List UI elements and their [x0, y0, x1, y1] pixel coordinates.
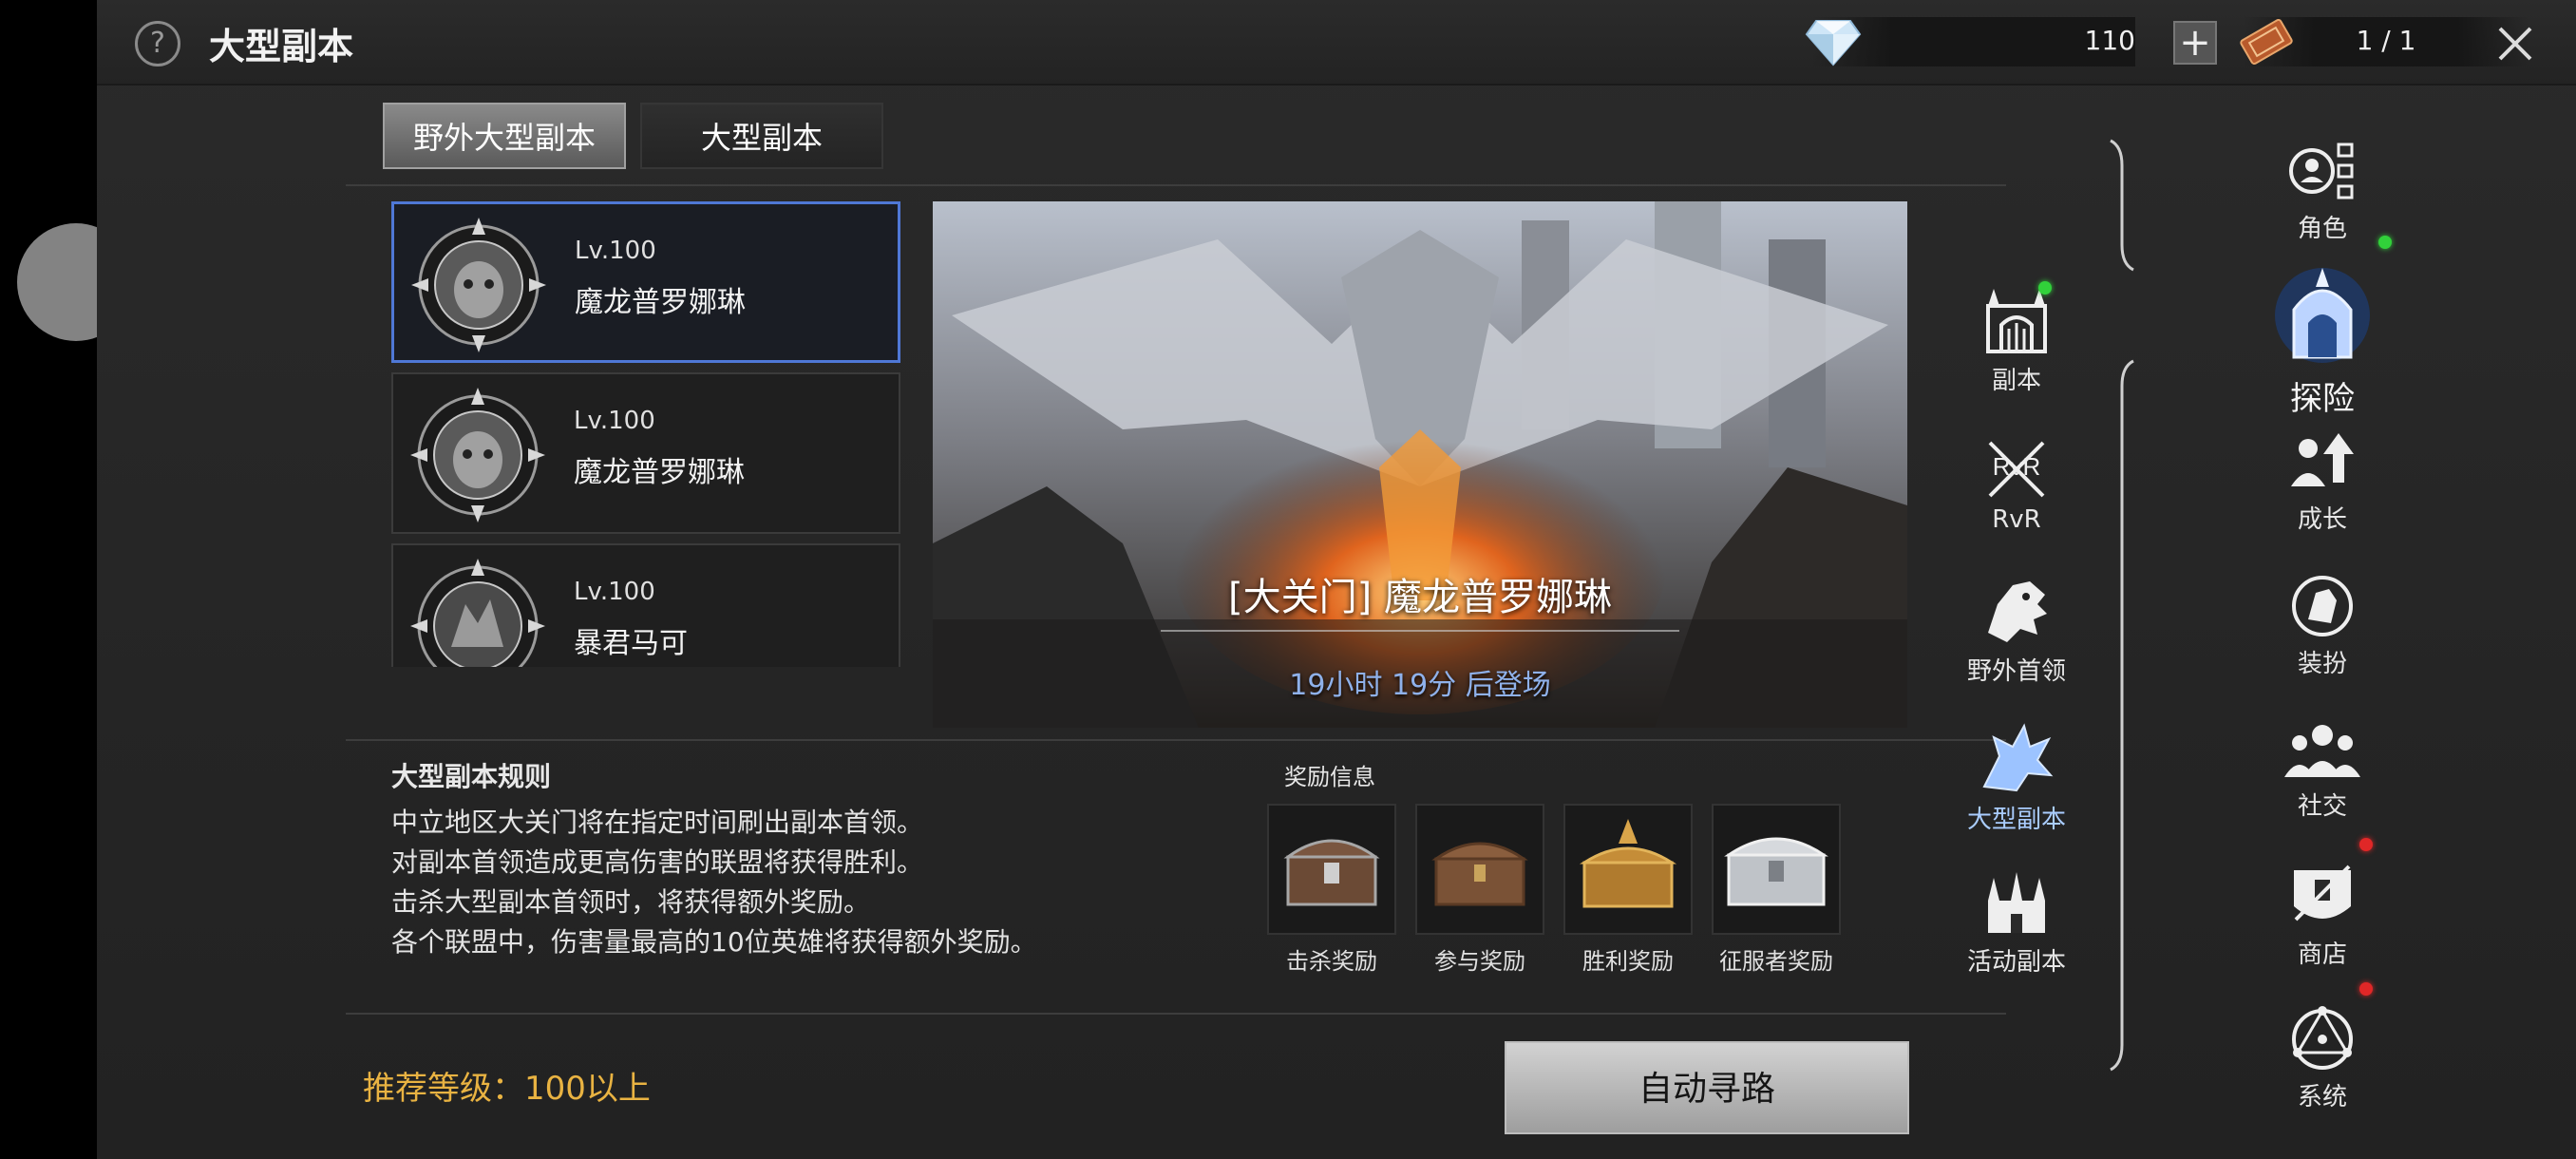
- participation-reward-chest-icon: [1431, 842, 1528, 906]
- nav-raid[interactable]: 大型副本: [1945, 718, 2088, 835]
- nav-label: RvR: [1992, 505, 2041, 534]
- close-icon[interactable]: [2494, 23, 2536, 65]
- reward-info-title: 奖励信息: [1284, 764, 1375, 790]
- nav-social[interactable]: 社交: [2251, 720, 2394, 822]
- shop-icon: [2294, 864, 2351, 922]
- reward-label: 胜利奖励: [1582, 948, 1674, 975]
- nav-shop[interactable]: 商店: [2251, 838, 2394, 970]
- boss-item[interactable]: Lv.100 暴君马可: [391, 543, 900, 667]
- divider: [346, 1013, 2006, 1015]
- boss-name: 魔龙普罗娜琳: [575, 286, 746, 319]
- reward-participation[interactable]: 参与奖励: [1415, 804, 1544, 976]
- gem-count: 110: [2084, 25, 2135, 56]
- dragon-artwork: [933, 201, 1907, 728]
- rule-line: 击杀大型副本首领时，将获得额外奖励。: [391, 886, 871, 918]
- divider: [346, 184, 2006, 186]
- nav-group-bracket: [2110, 139, 2134, 272]
- nav-label: 活动副本: [1966, 948, 2066, 977]
- nav-character[interactable]: 角色: [2251, 139, 2394, 244]
- boss-emblem-icon: [410, 388, 545, 522]
- reward-label: 击杀奖励: [1286, 948, 1377, 975]
- nav-label: 社交: [2297, 792, 2347, 821]
- reward-kill[interactable]: 击杀奖励: [1267, 804, 1396, 976]
- help-icon[interactable]: ?: [135, 21, 180, 66]
- app-window: ? 大型副本 110 + 1 / 1 野外大型副本 大型副本 Lv.100 魔龙…: [97, 0, 2576, 1159]
- tab-raid[interactable]: 大型副本: [640, 103, 883, 169]
- nav-dungeon[interactable]: 副本: [1945, 281, 2088, 396]
- nav-label: 野外首领: [1966, 657, 2066, 686]
- rvr-swords-icon: RvR: [1988, 441, 2045, 498]
- rules-title: 大型副本规则: [391, 761, 552, 792]
- nav-label: 装扮: [2297, 650, 2347, 678]
- victory-reward-chest-icon: [1579, 819, 1677, 908]
- divider: [346, 739, 2006, 741]
- nav-label: 商店: [2297, 940, 2347, 969]
- banner-title: [大关门] 魔龙普罗娜琳: [1228, 576, 1612, 619]
- rule-line: 对副本首领造成更高伤害的联盟将获得胜利。: [391, 846, 924, 878]
- character-icon: [2289, 142, 2354, 200]
- reward-victory[interactable]: 胜利奖励: [1563, 804, 1693, 976]
- social-icon: [2284, 725, 2360, 777]
- svg-text:RvR: RvR: [1993, 452, 2041, 481]
- dragon-head-icon: [1988, 581, 2047, 642]
- nav-system[interactable]: 系统: [2251, 982, 2394, 1112]
- nav-adventure[interactable]: 探险: [2251, 236, 2394, 419]
- notification-dot: [2359, 838, 2373, 851]
- adventure-icon: [2275, 268, 2370, 363]
- reward-label: 参与奖励: [1434, 948, 1525, 975]
- nav-field-boss[interactable]: 野外首领: [1945, 576, 2088, 687]
- boss-item[interactable]: Lv.100 魔龙普罗娜琳: [391, 372, 900, 534]
- boss-level: Lv.100: [575, 237, 656, 265]
- boss-name: 魔龙普罗娜琳: [574, 456, 745, 489]
- growth-icon: [2291, 433, 2354, 486]
- boss-level: Lv.100: [574, 407, 655, 435]
- reward-conqueror[interactable]: 征服者奖励: [1712, 804, 1841, 976]
- costume-icon: [2292, 576, 2353, 636]
- nav-growth[interactable]: 成长: [2251, 429, 2394, 535]
- raid-boss-banner: [大关门] 魔龙普罗娜琳 19小时 19分 后登场: [933, 201, 1907, 728]
- boss-emblem-icon: [411, 218, 546, 352]
- notification-dot: [2359, 982, 2373, 996]
- nav-event-dungeon[interactable]: 活动副本: [1945, 868, 2088, 978]
- ticket-icon: [2240, 18, 2293, 66]
- raid-dragon-icon: [1982, 723, 2054, 792]
- nav-label: 成长: [2297, 505, 2347, 534]
- boss-item[interactable]: Lv.100 魔龙普罗娜琳: [391, 201, 900, 363]
- nav-costume[interactable]: 装扮: [2251, 572, 2394, 679]
- notification-dot: [2378, 236, 2392, 249]
- tab-field-raid[interactable]: 野外大型副本: [383, 103, 626, 169]
- boss-level: Lv.100: [574, 578, 655, 606]
- notification-dot: [2038, 281, 2052, 294]
- auto-path-button[interactable]: 自动寻路: [1505, 1041, 1909, 1134]
- nav-label: 角色: [2297, 215, 2347, 243]
- nav-group-bracket: [2110, 359, 2134, 1072]
- nav-rvr[interactable]: RvR RvR: [1945, 433, 2088, 534]
- system-icon: [2292, 1006, 2353, 1070]
- page-title: 大型副本: [209, 26, 354, 67]
- kill-reward-chest-icon: [1283, 839, 1380, 906]
- reward-label: 征服者奖励: [1719, 948, 1833, 975]
- diamond-icon: [1805, 20, 1862, 66]
- boss-emblem-icon: [410, 559, 545, 667]
- nav-label: 大型副本: [1966, 806, 2066, 834]
- nav-label: 副本: [1991, 367, 2041, 395]
- recommended-level: 推荐等级：100以上: [363, 1070, 651, 1108]
- ticket-count: 1 / 1: [2356, 25, 2416, 56]
- spawn-countdown: 19小时 19分 后登场: [1289, 669, 1551, 702]
- boss-list[interactable]: Lv.100 魔龙普罗娜琳 Lv.100 魔龙普罗娜琳 Lv.100 暴君马可: [391, 200, 904, 667]
- castle-icon: [1988, 872, 2045, 933]
- nav-label: 系统: [2297, 1083, 2347, 1112]
- rule-line: 各个联盟中，伤害量最高的10位英雄将获得额外奖励。: [391, 926, 1037, 958]
- nav-label: 探险: [2290, 380, 2355, 418]
- boss-name: 暴君马可: [574, 627, 688, 660]
- conqueror-reward-chest-icon: [1724, 837, 1828, 906]
- rule-line: 中立地区大关门将在指定时间刷出副本首领。: [391, 807, 924, 838]
- add-gem-button[interactable]: +: [2173, 21, 2217, 65]
- top-bar: ? 大型副本 110 + 1 / 1: [97, 0, 2576, 86]
